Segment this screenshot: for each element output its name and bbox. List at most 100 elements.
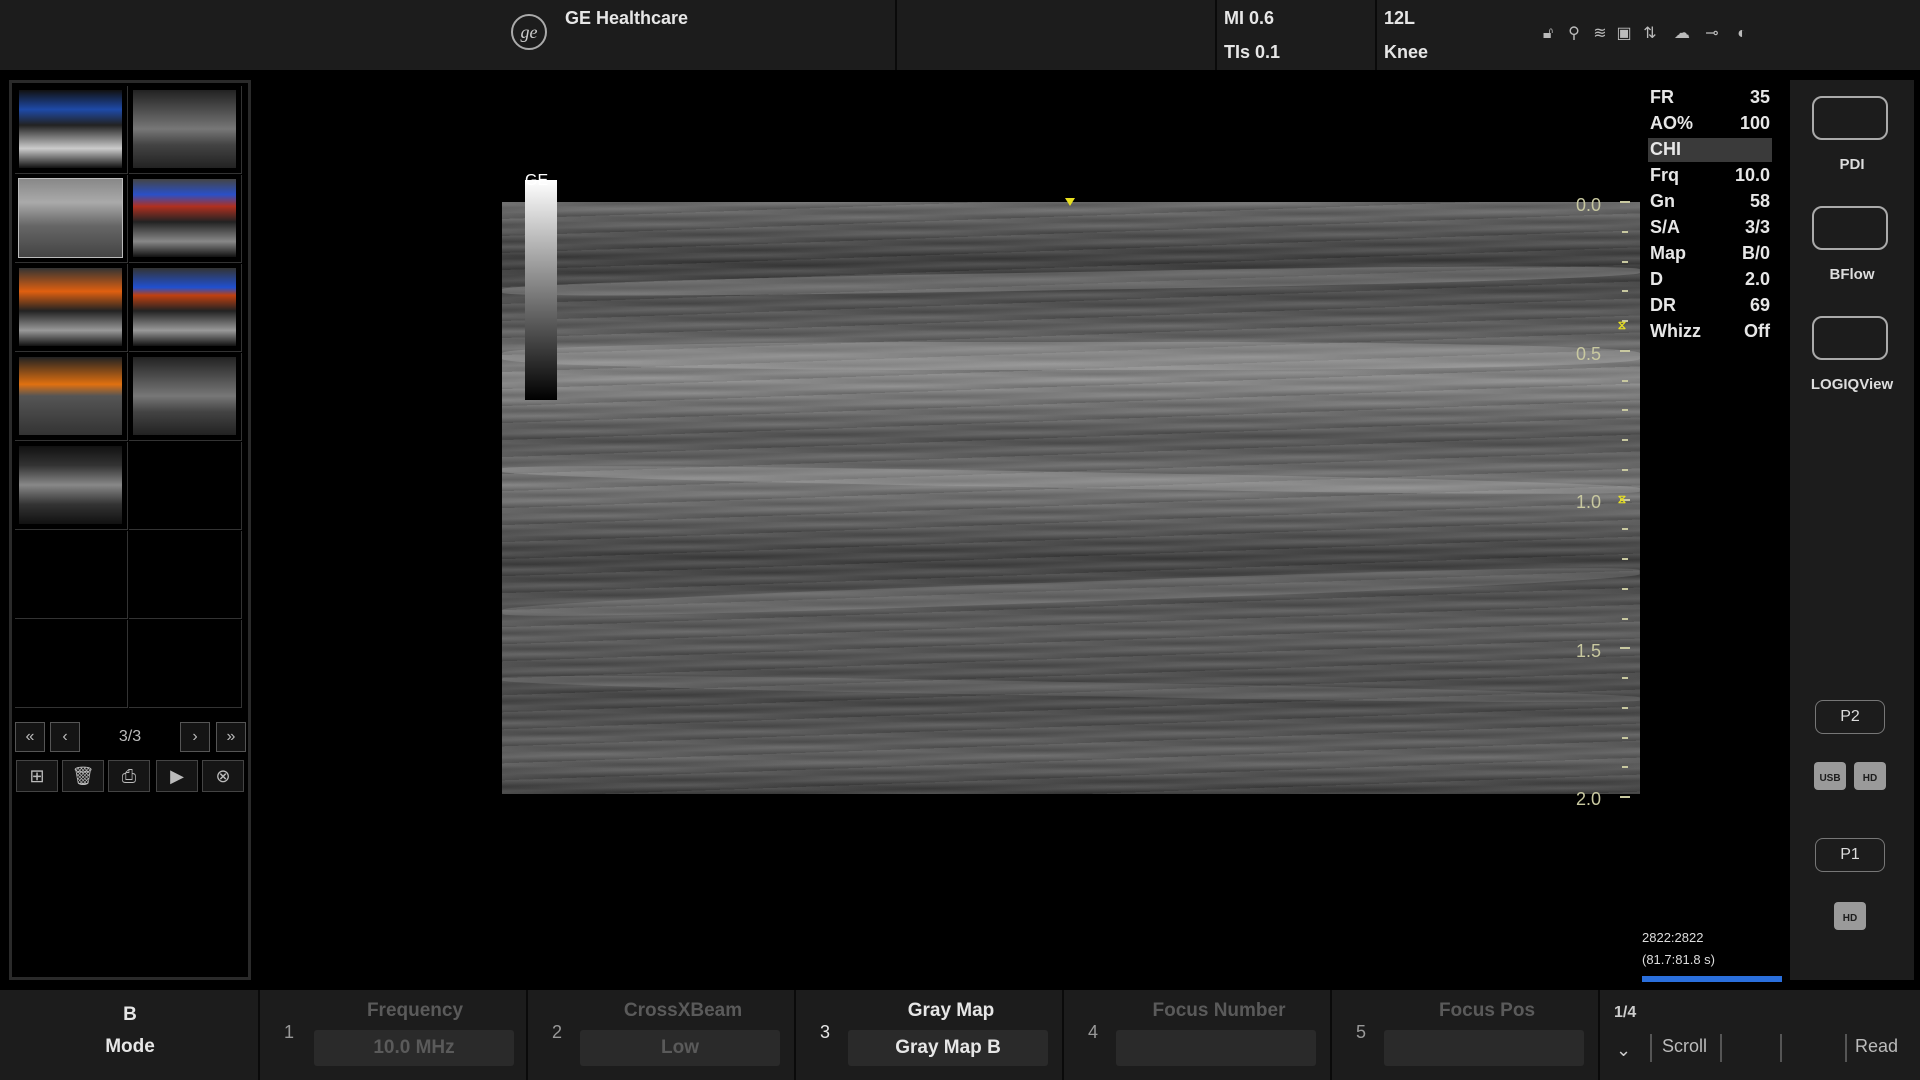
header-divider: [1375, 0, 1377, 70]
depth-tick: [1622, 587, 1628, 590]
bflow-label: BFlow: [1829, 266, 1875, 283]
mode-section[interactable]: B Mode: [0, 990, 260, 1080]
mi-index: MI 0.6: [1224, 8, 1275, 28]
control-number: 3: [820, 1022, 831, 1042]
read-button[interactable]: Read: [1855, 1036, 1898, 1057]
cloud-icon: ☁: [1674, 25, 1690, 42]
focus-pos-title: Focus Pos: [1438, 1000, 1536, 1021]
video-export-icon[interactable]: ▶: [156, 760, 198, 792]
last-page-button[interactable]: »: [216, 722, 246, 752]
cine-progress-bar[interactable]: [1642, 976, 1782, 982]
frequency-control[interactable]: 1 Frequency 10.0 MHz: [260, 990, 528, 1080]
hd-save-icon[interactable]: HD: [1854, 762, 1886, 790]
param-dr: DR 69: [1650, 295, 1770, 315]
divider: [1845, 1034, 1847, 1062]
cine-frame-counter: 2822:2822: [1642, 930, 1704, 945]
wifi-icon: ≋: [1593, 25, 1607, 42]
next-page-button[interactable]: ›: [180, 722, 210, 752]
crossxbeam-title: CrossXBeam: [623, 1000, 743, 1021]
thumbnail-empty: [129, 531, 242, 619]
thumbnail[interactable]: [15, 442, 128, 530]
power-plug-icon: ⊸: [1705, 25, 1719, 42]
thumbnail-empty: [15, 620, 128, 708]
focus-number-control[interactable]: 4 Focus Number: [1064, 990, 1332, 1080]
depth-tick: [1622, 736, 1628, 739]
trash-icon[interactable]: 🗑︎: [62, 760, 104, 792]
thumbnail-empty: [129, 620, 242, 708]
compare-icon[interactable]: ⊗: [202, 760, 244, 792]
logiqview-label: LOGIQView: [1810, 376, 1894, 393]
divider: [1650, 1034, 1652, 1062]
hd-save-icon[interactable]: HD: [1834, 902, 1866, 930]
thumbnail[interactable]: [129, 353, 242, 441]
p2-button[interactable]: P2: [1815, 700, 1885, 734]
mode-label: Mode: [105, 1036, 155, 1057]
depth-tick: [1622, 706, 1628, 709]
scroll-button[interactable]: Scroll: [1662, 1036, 1707, 1057]
control-number: 5: [1356, 1022, 1367, 1042]
thumbnail[interactable]: [15, 264, 128, 352]
thumbnail[interactable]: [15, 175, 128, 263]
logiqview-button[interactable]: [1812, 316, 1888, 360]
lock-icon: 🔓︎: [1542, 25, 1554, 42]
depth-tick: [1622, 617, 1628, 620]
thumbnail[interactable]: [15, 86, 128, 174]
thumbnail-empty: [15, 531, 128, 619]
crossxbeam-control[interactable]: 2 CrossXBeam Low: [528, 990, 796, 1080]
ultrasound-image[interactable]: [502, 202, 1640, 794]
depth-tick: [1622, 468, 1628, 471]
depth-tick: [1622, 230, 1628, 233]
pdi-button[interactable]: [1812, 96, 1888, 140]
focus-pos-control[interactable]: 5 Focus Pos: [1332, 990, 1600, 1080]
thumbnail[interactable]: [129, 264, 242, 352]
focus-marker-icon[interactable]: ⧖: [1613, 492, 1631, 506]
first-page-button[interactable]: «: [15, 722, 45, 752]
probe-name: 12L: [1384, 8, 1416, 28]
cine-time: (81.7:81.8 s): [1642, 952, 1715, 967]
depth-tick: [1622, 409, 1628, 412]
thumbnail[interactable]: [15, 353, 128, 441]
orientation-marker-icon: [1065, 198, 1075, 206]
grid-view-icon[interactable]: ⊞: [16, 760, 58, 792]
frequency-value[interactable]: 10.0 MHz: [314, 1030, 514, 1066]
depth-tick: [1620, 201, 1630, 203]
ge-logo-icon: ge: [511, 14, 547, 50]
focus-marker-icon[interactable]: ⧖: [1613, 318, 1631, 332]
gray-map-value[interactable]: Gray Map B: [848, 1030, 1048, 1066]
bflow-button[interactable]: [1812, 206, 1888, 250]
depth-tick: [1620, 349, 1630, 352]
network-off-icon: ⚲: [1568, 25, 1580, 42]
depth-label: 1.5: [1576, 641, 1602, 661]
usb-transfer-icon: ⇅: [1643, 25, 1657, 42]
divider: [1780, 1034, 1782, 1062]
thumbnail[interactable]: [129, 175, 242, 263]
control-number: 2: [552, 1022, 563, 1042]
preset-name: Knee: [1384, 42, 1429, 62]
crossxbeam-value[interactable]: Low: [580, 1030, 780, 1066]
gray-map-bar: [525, 180, 557, 400]
param-gn: Gn 58: [1650, 191, 1770, 211]
param-whizz: Whizz Off: [1650, 321, 1770, 341]
focus-number-value[interactable]: [1116, 1030, 1316, 1066]
tis-index: TIs 0.1: [1224, 42, 1281, 62]
chevron-down-icon[interactable]: ⌄: [1616, 1040, 1631, 1061]
p1-button[interactable]: P1: [1815, 838, 1885, 872]
param-d: D 2.0: [1650, 269, 1770, 289]
thumbnail-grid: [15, 86, 245, 711]
ge-service-icon: ▣: [1616, 25, 1632, 42]
brand-name: GE Healthcare: [565, 8, 689, 28]
gray-map-control[interactable]: 3 Gray Map Gray Map B: [796, 990, 1064, 1080]
focus-pos-value[interactable]: [1384, 1030, 1584, 1066]
thumbnail[interactable]: [129, 86, 242, 174]
contrast-icon[interactable]: ◐: [1732, 24, 1752, 44]
prev-page-button[interactable]: ‹: [50, 722, 80, 752]
pdi-label: PDI: [1839, 156, 1865, 173]
usb-save-icon[interactable]: USB: [1814, 762, 1846, 790]
print-icon[interactable]: ⎙: [108, 760, 150, 792]
control-number: 4: [1088, 1022, 1099, 1042]
depth-tick: [1622, 558, 1628, 560]
frequency-title: Frequency: [366, 1000, 464, 1021]
gray-map-mark: GE: [525, 172, 549, 189]
divider: [1720, 1034, 1722, 1062]
mode-letter: B: [123, 1004, 137, 1025]
